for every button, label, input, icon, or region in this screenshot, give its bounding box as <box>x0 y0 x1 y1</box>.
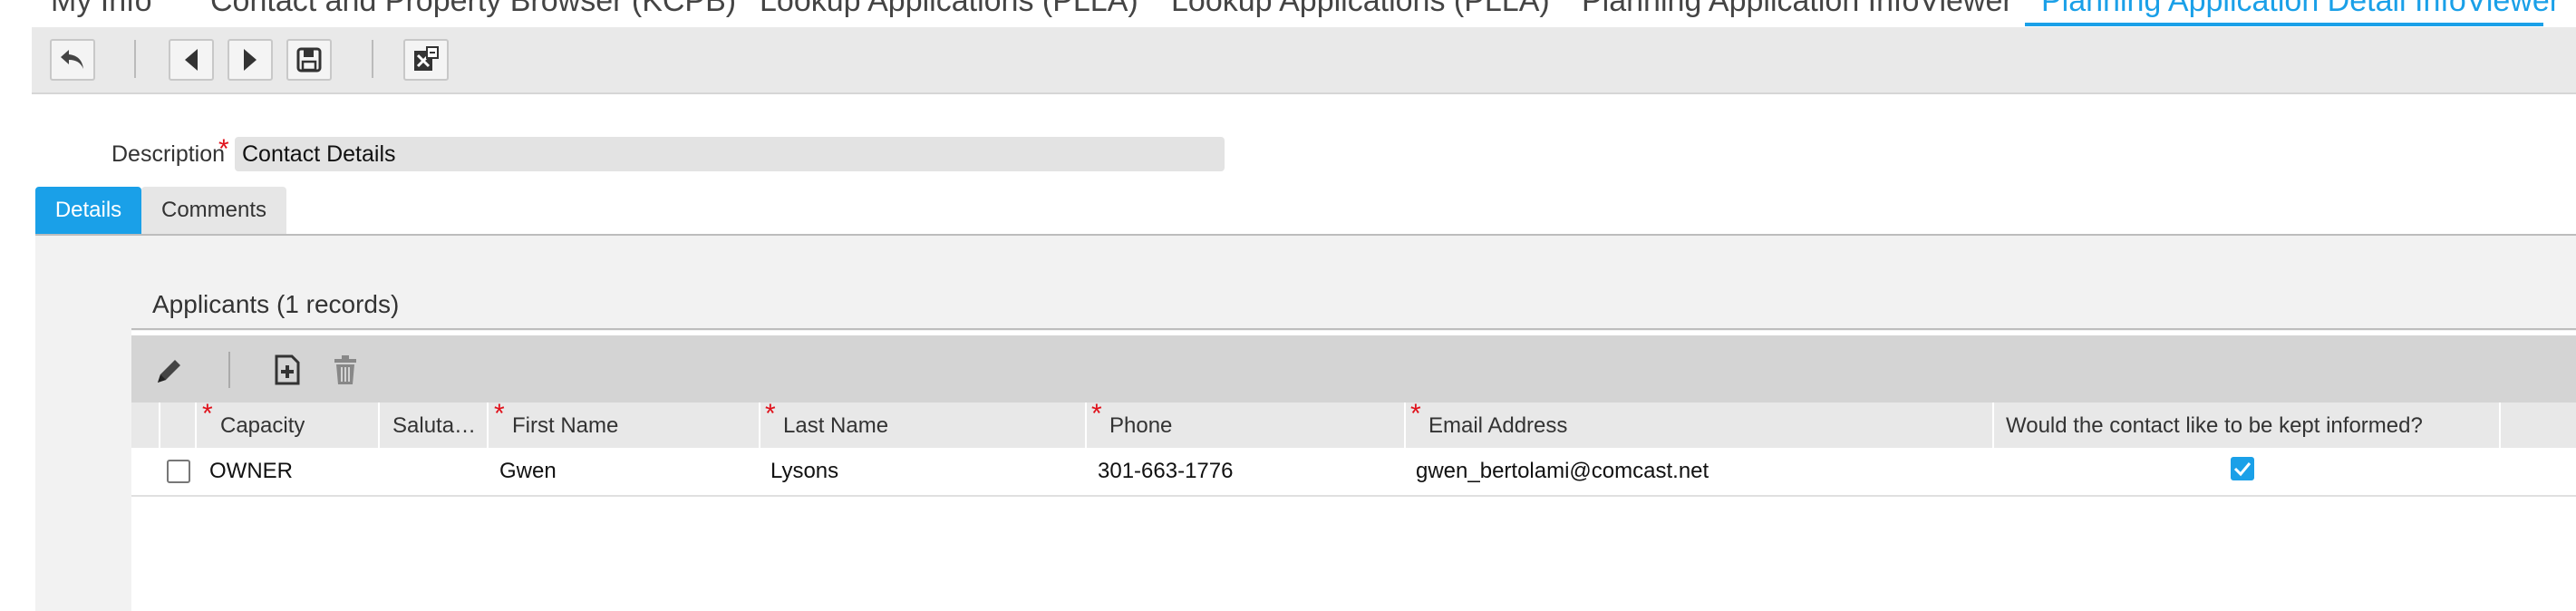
required-asterisk: * <box>1410 399 1421 429</box>
column-header-email[interactable]: Email Address <box>1428 402 1567 448</box>
column-separator <box>378 402 380 448</box>
floppy-disk-icon <box>296 47 322 73</box>
edit-button[interactable] <box>154 355 185 386</box>
undo-arrow-icon <box>61 50 83 69</box>
grid-toolbar-divider <box>228 352 230 388</box>
previous-record-button[interactable] <box>169 39 214 81</box>
column-header-phone[interactable]: Phone <box>1109 402 1172 448</box>
column-header-first-name[interactable]: First Name <box>512 402 618 448</box>
required-asterisk: * <box>765 399 776 429</box>
tab-details[interactable]: Details <box>35 187 141 234</box>
cell-first-name: Gwen <box>499 459 557 483</box>
required-asterisk: * <box>202 399 213 429</box>
column-separator <box>1992 402 1994 448</box>
required-asterisk: * <box>494 399 505 429</box>
tab-planning-detail-infoviewer[interactable]: Planning Application Detail InfoViewer <box>2041 0 2560 19</box>
column-separator <box>195 402 197 448</box>
grid-header: * Capacity Saluta… * First Name * Last N… <box>131 399 2576 448</box>
save-button[interactable] <box>286 39 332 81</box>
toolbar-divider <box>134 40 136 78</box>
tab-comments[interactable]: Comments <box>141 187 286 234</box>
column-header-kept-informed[interactable]: Would the contact like to be kept inform… <box>2006 402 2423 448</box>
table-row[interactable]: OWNER Gwen Lysons 301-663-1776 gwen_bert… <box>131 448 2576 497</box>
grid-toolbar <box>131 335 2576 402</box>
cell-email: gwen_bertolami@comcast.net <box>1416 459 1709 483</box>
column-separator <box>1404 402 1406 448</box>
tab-planning-infoviewer[interactable]: Planning Application InfoViewer <box>1582 0 2013 19</box>
checkmark-icon <box>2233 462 2252 477</box>
row-select-checkbox[interactable] <box>167 460 190 483</box>
tab-strip: My Info Contact and Property Browser (KC… <box>0 0 2576 27</box>
add-record-button[interactable] <box>272 354 303 386</box>
back-button[interactable] <box>50 39 95 81</box>
trash-icon <box>334 355 356 384</box>
required-asterisk: * <box>218 134 229 164</box>
kept-informed-checkbox[interactable] <box>2231 457 2254 480</box>
section-divider <box>131 328 2576 330</box>
cell-capacity: OWNER <box>209 459 293 483</box>
tab-plla-2[interactable]: Lookup Applications (PLLA) <box>1171 0 1550 19</box>
delete-record-button[interactable] <box>332 354 359 386</box>
arrow-left-icon <box>185 49 198 71</box>
pencil-icon <box>158 360 180 383</box>
column-separator <box>487 402 489 448</box>
cell-phone: 301-663-1776 <box>1098 459 1234 483</box>
add-document-icon <box>275 354 300 385</box>
tab-my-info[interactable]: My Info <box>51 0 151 19</box>
required-asterisk: * <box>1091 399 1102 429</box>
export-excel-button[interactable] <box>403 39 449 81</box>
active-tab-indicator <box>2025 23 2543 26</box>
arrow-right-icon <box>244 49 257 71</box>
column-header-last-name[interactable]: Last Name <box>783 402 888 448</box>
column-separator <box>159 402 160 448</box>
description-label: Description <box>111 141 226 167</box>
column-separator <box>1085 402 1087 448</box>
column-separator <box>2499 402 2501 448</box>
applicants-section-title: Applicants (1 records) <box>152 290 400 318</box>
tab-plla-1[interactable]: Lookup Applications (PLLA) <box>760 0 1138 19</box>
description-field[interactable]: Contact Details <box>235 137 1225 171</box>
column-header-capacity[interactable]: Capacity <box>220 402 305 448</box>
tab-kcpb[interactable]: Contact and Property Browser (KCPB) <box>210 0 736 19</box>
main-toolbar <box>32 27 2576 94</box>
toolbar-divider <box>372 40 373 78</box>
column-header-salutation[interactable]: Saluta… <box>392 402 481 448</box>
excel-export-icon <box>414 46 439 71</box>
column-separator <box>759 402 760 448</box>
next-record-button[interactable] <box>228 39 273 81</box>
cell-last-name: Lysons <box>770 459 839 483</box>
